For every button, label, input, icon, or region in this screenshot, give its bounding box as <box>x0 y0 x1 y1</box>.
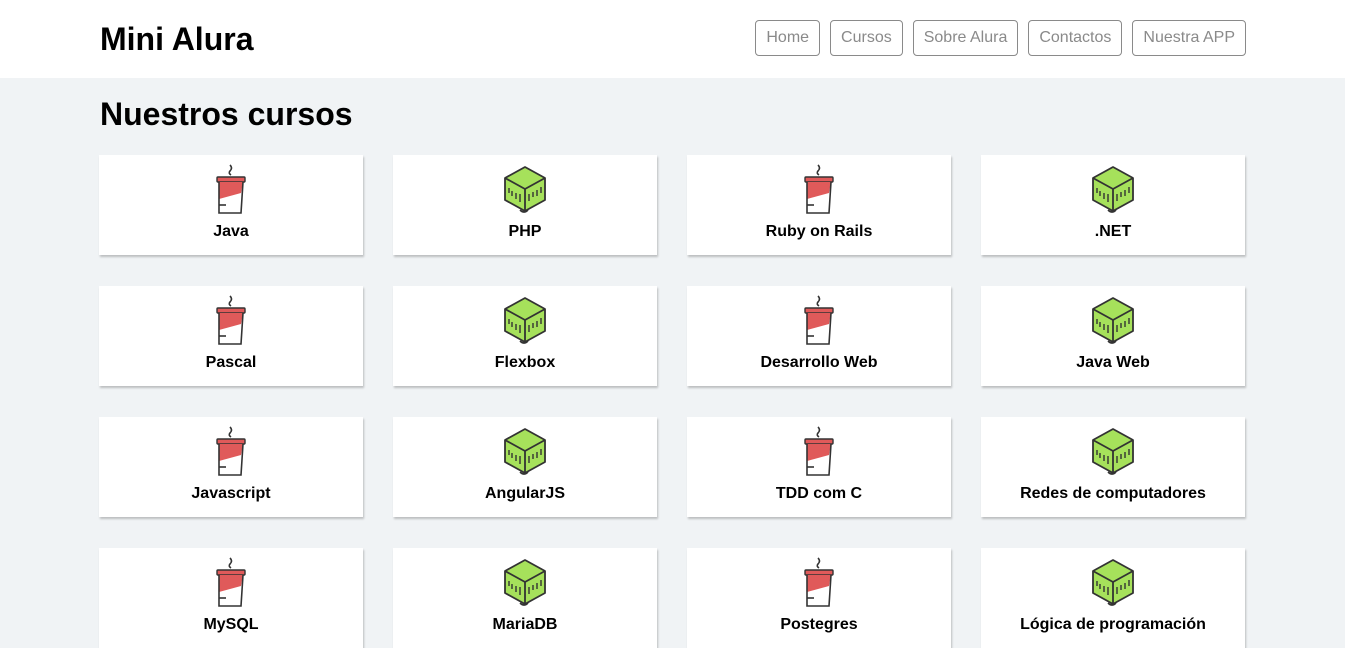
cube-icon <box>500 294 550 348</box>
main-nav: Home Cursos Sobre Alura Contactos Nuestr… <box>755 20 1246 56</box>
cube-icon <box>1088 163 1138 217</box>
course-card[interactable]: Flexbox <box>393 286 657 386</box>
course-card[interactable]: Javascript <box>99 417 363 517</box>
course-card[interactable]: Desarrollo Web <box>687 286 951 386</box>
course-label: Java Web <box>1076 354 1150 371</box>
course-label: Postegres <box>780 616 858 633</box>
course-card[interactable]: PHP <box>393 155 657 255</box>
cube-icon <box>500 556 550 610</box>
course-label: Lógica de programación <box>1020 616 1206 633</box>
course-card[interactable]: Lógica de programación <box>981 548 1245 648</box>
nav-link-cursos[interactable]: Cursos <box>830 20 903 56</box>
coffee-cup-icon <box>206 425 256 479</box>
course-label: Flexbox <box>494 354 556 371</box>
course-label: MySQL <box>203 616 259 633</box>
course-card[interactable]: Java Web <box>981 286 1245 386</box>
course-card[interactable]: MySQL <box>99 548 363 648</box>
cube-icon <box>1088 425 1138 479</box>
course-card[interactable]: Ruby on Rails <box>687 155 951 255</box>
course-label: Ruby on Rails <box>765 223 873 240</box>
cube-icon <box>500 163 550 217</box>
cube-icon <box>1088 556 1138 610</box>
coffee-cup-icon <box>206 556 256 610</box>
course-card[interactable]: Java <box>99 155 363 255</box>
course-card[interactable]: Pascal <box>99 286 363 386</box>
site-header: Mini Alura Home Cursos Sobre Alura Conta… <box>0 0 1345 78</box>
brand-logo-text[interactable]: Mini Alura <box>100 19 253 59</box>
course-card[interactable]: MariaDB <box>393 548 657 648</box>
course-label: Desarrollo Web <box>760 354 878 371</box>
coffee-cup-icon <box>794 294 844 348</box>
course-label: .NET <box>1094 223 1132 240</box>
nav-link-nuestra-app[interactable]: Nuestra APP <box>1132 20 1246 56</box>
course-card[interactable]: .NET <box>981 155 1245 255</box>
coffee-cup-icon <box>206 294 256 348</box>
coffee-cup-icon <box>794 163 844 217</box>
course-card[interactable]: AngularJS <box>393 417 657 517</box>
nav-link-contactos[interactable]: Contactos <box>1028 20 1123 56</box>
course-label: Javascript <box>191 485 271 502</box>
nav-link-sobre-alura[interactable]: Sobre Alura <box>912 20 1019 56</box>
course-card[interactable]: TDD com C <box>687 417 951 517</box>
course-label: AngularJS <box>484 485 565 502</box>
course-label: PHP <box>508 223 542 240</box>
course-label: Java <box>213 223 249 240</box>
course-label: Pascal <box>205 354 257 371</box>
coffee-cup-icon <box>794 425 844 479</box>
coffee-cup-icon <box>794 556 844 610</box>
course-card[interactable]: Postegres <box>687 548 951 648</box>
course-label: MariaDB <box>492 616 558 633</box>
cube-icon <box>500 425 550 479</box>
course-label: TDD com C <box>775 485 863 502</box>
course-label: Redes de computadores <box>1020 485 1206 502</box>
course-grid: Java PHP Ruby on Rails .NET Pascal Flexbox Des… <box>99 155 1246 648</box>
cube-icon <box>1088 294 1138 348</box>
coffee-cup-icon <box>206 163 256 217</box>
nav-link-home[interactable]: Home <box>755 20 821 56</box>
course-card[interactable]: Redes de computadores <box>981 417 1245 517</box>
page-title: Nuestros cursos <box>100 96 353 132</box>
